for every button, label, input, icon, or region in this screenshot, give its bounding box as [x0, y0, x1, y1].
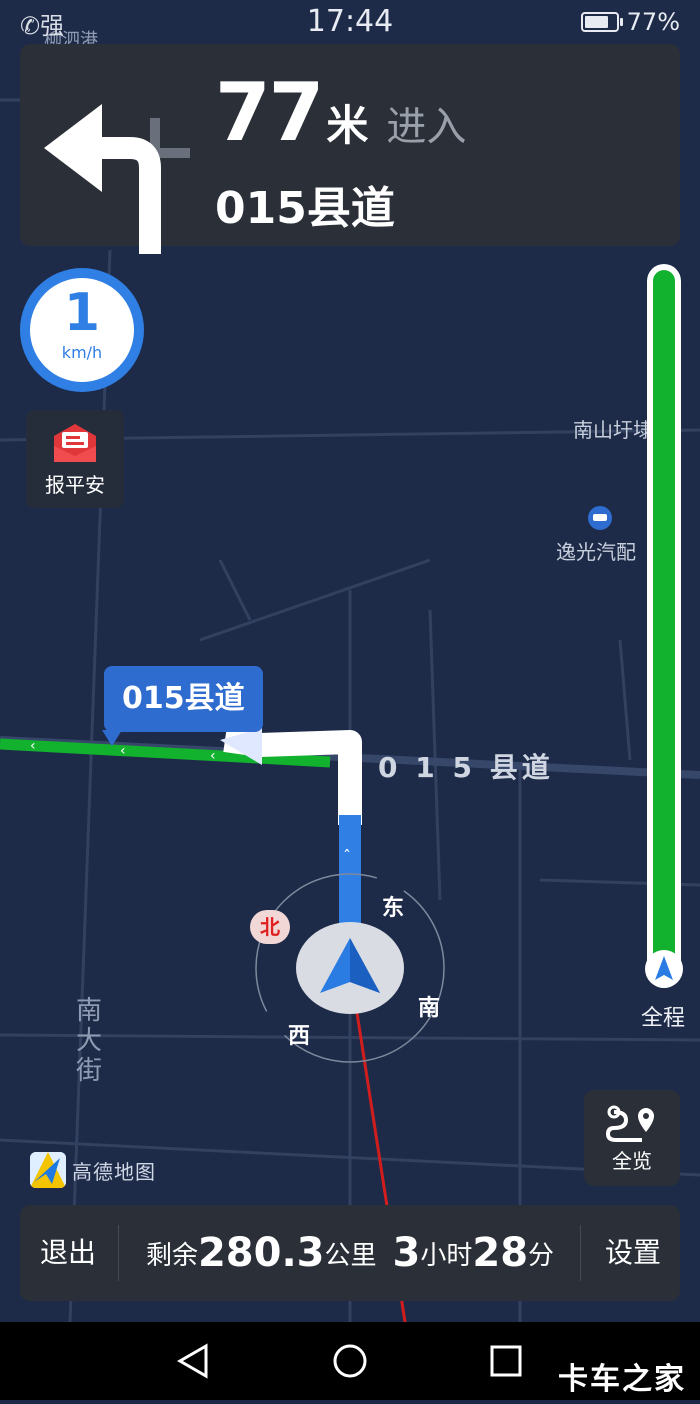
- speed-value: 1: [63, 283, 101, 343]
- distance-unit: 米: [326, 101, 369, 150]
- compass-east: 东: [382, 896, 405, 921]
- remaining-minutes: 28: [472, 1230, 529, 1276]
- route-progress-bar[interactable]: [645, 264, 683, 988]
- home-icon[interactable]: [333, 1344, 367, 1378]
- remaining-distance: 280.3: [197, 1230, 325, 1276]
- envelope-icon: [54, 424, 96, 462]
- progress-label: 全程: [640, 1006, 685, 1031]
- distance-value: 77: [215, 66, 324, 159]
- battery-icon: [580, 12, 623, 32]
- watermark: 卡车之家: [558, 1362, 686, 1397]
- poi-label-yiguang[interactable]: 逸光汽配: [556, 536, 636, 565]
- hours-unit: 小时: [420, 1240, 473, 1271]
- trip-bar: 退出 剩余 280.3 公里 3 小时 28 分 设置: [20, 1205, 680, 1301]
- svg-text:‹: ‹: [210, 748, 216, 764]
- county-road-label: 0 1 5 县道: [378, 751, 554, 784]
- compass-north: 北: [250, 910, 290, 944]
- route-overview-icon: [606, 1105, 654, 1142]
- vertical-street-label: 南大街: [75, 996, 102, 1086]
- back-icon[interactable]: [176, 1343, 208, 1379]
- maneuver-action: 进入: [386, 104, 467, 150]
- maneuver-distance: 77 米 进入: [215, 66, 466, 159]
- svg-text:‹: ‹: [30, 738, 36, 754]
- speedometer: 1 km/h: [20, 268, 144, 392]
- turn-left-icon: [44, 104, 190, 254]
- settings-button[interactable]: 设置: [586, 1205, 680, 1301]
- minutes-unit: 分: [528, 1240, 555, 1271]
- progress-remaining: [653, 270, 675, 964]
- next-road-name: 015县道: [215, 183, 395, 234]
- trip-remaining-info[interactable]: 剩余 280.3 公里 3 小时 28 分: [128, 1205, 572, 1301]
- battery-indicator: 77%: [580, 8, 680, 36]
- divider: [580, 1225, 581, 1281]
- distance-unit-km: 公里: [324, 1240, 377, 1271]
- route-chevron: ˆ: [343, 847, 351, 866]
- road-callout: 015县道: [102, 666, 263, 746]
- remaining-prefix: 剩余: [145, 1240, 198, 1271]
- vehicle-arrow-icon: [655, 956, 673, 980]
- poi-label-nanshan[interactable]: 南山圩埭: [573, 414, 653, 443]
- exit-button[interactable]: 退出: [20, 1205, 116, 1301]
- divider: [118, 1225, 119, 1281]
- status-bar: ✆强 17:44 77%: [0, 0, 700, 44]
- overview-button[interactable]: 全览: [584, 1090, 680, 1186]
- app-logo: 高德地图: [30, 1152, 156, 1188]
- recents-icon[interactable]: [490, 1345, 522, 1377]
- speed-unit: km/h: [61, 343, 103, 362]
- progress-vehicle-marker: [645, 950, 683, 988]
- compass-west: 西: [288, 1024, 311, 1049]
- amap-logo-icon: [30, 1152, 66, 1188]
- logo-text: 高德地图: [72, 1159, 156, 1184]
- overview-label: 全览: [612, 1149, 652, 1173]
- maneuver-card[interactable]: 77 米 进入 015县道: [20, 44, 680, 254]
- safe-report-label: 报平安: [45, 473, 105, 497]
- remaining-hours: 3: [392, 1230, 421, 1276]
- compass-south: 南: [418, 996, 441, 1021]
- safe-report-button[interactable]: 报平安: [26, 410, 124, 508]
